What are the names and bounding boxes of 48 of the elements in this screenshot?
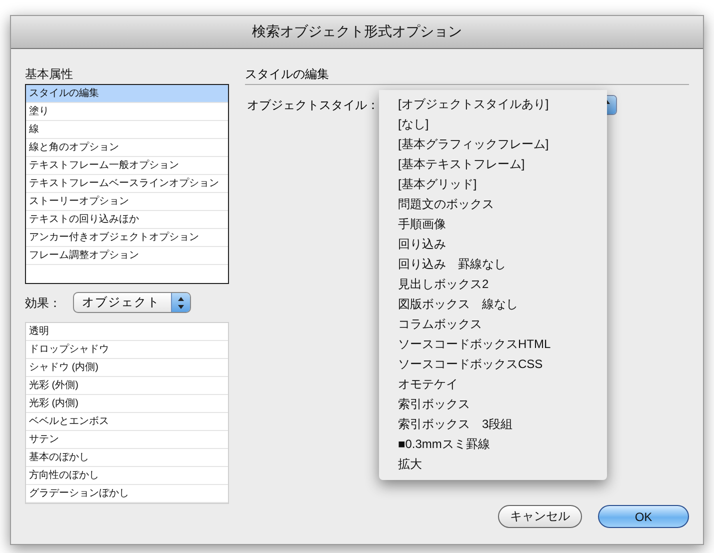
list-item[interactable]: フレーム調整オプション [26,247,228,265]
menu-item[interactable]: ■0.3mmスミ罫線 [379,434,607,454]
list-item[interactable]: テキストフレームベースラインオプション [26,175,228,193]
section-heading: スタイルの編集 [245,67,329,81]
list-item[interactable]: 光彩 (内側) [26,395,228,413]
list-item[interactable]: 基本のぼかし [26,449,228,467]
menu-item[interactable]: オモテケイ [379,374,607,394]
list-item[interactable]: 方向性のぼかし [26,467,228,485]
menu-item[interactable]: [基本グラフィックフレーム] [379,134,607,154]
window-title: 検索オブジェクト形式オプション [252,23,462,41]
list-item[interactable]: 光彩 (外側) [26,377,228,395]
list-item[interactable]: 線 [26,121,228,139]
menu-item[interactable]: [基本グリッド] [379,174,607,194]
section-label: 基本属性 [25,67,73,81]
list-item[interactable]: 線と角のオプション [26,139,228,157]
list-item[interactable]: シャドウ (内側) [26,359,228,377]
menu-item[interactable]: 手順画像 [379,214,607,234]
list-item[interactable]: ストーリーオプション [26,193,228,211]
menu-item[interactable]: ソースコードボックスCSS [379,354,607,374]
effect-select[interactable]: オブジェクト [73,292,191,313]
list-item[interactable]: スタイルの編集 [26,85,228,103]
menu-item[interactable]: [なし] [379,114,607,134]
menu-item[interactable]: 拡大 [379,454,607,474]
list-item[interactable]: テキストの回り込みほか [26,211,228,229]
menu-item[interactable]: コラムボックス [379,314,607,334]
menu-item[interactable]: 回り込み 罫線なし [379,254,607,274]
list-item[interactable]: アンカー付きオブジェクトオプション [26,229,228,247]
ok-button[interactable]: OK [598,505,689,528]
menu-item[interactable]: 索引ボックス [379,394,607,414]
list-item[interactable]: ベベルとエンボス [26,413,228,431]
menu-item[interactable]: 回り込み [379,234,607,254]
list-item[interactable]: グラデーションぼかし [26,485,228,503]
field-label: 効果： [25,294,61,310]
list-item[interactable]: 透明 [26,323,228,341]
stepper-icon [178,296,184,308]
cancel-button[interactable]: キャンセル [498,505,582,528]
list-item[interactable]: 塗り [26,103,228,121]
menu-item[interactable]: 索引ボックス 3段組 [379,414,607,434]
menu-item[interactable]: 見出しボックス2 [379,274,607,294]
list-item[interactable]: サテン [26,431,228,449]
menu-item[interactable]: [基本テキストフレーム] [379,154,607,174]
menu-item[interactable]: 図版ボックス 線なし [379,294,607,314]
list-item[interactable]: テキストフレーム一般オプション [26,157,228,175]
field-label: オブジェクトスタイル： [247,96,379,114]
menu-item[interactable]: ソースコードボックスHTML [379,334,607,354]
menu-item[interactable]: 問題文のボックス [379,194,607,214]
list-item[interactable]: ドロップシャドウ [26,341,228,359]
menu-item[interactable]: [オブジェクトスタイルあり] [379,94,607,114]
